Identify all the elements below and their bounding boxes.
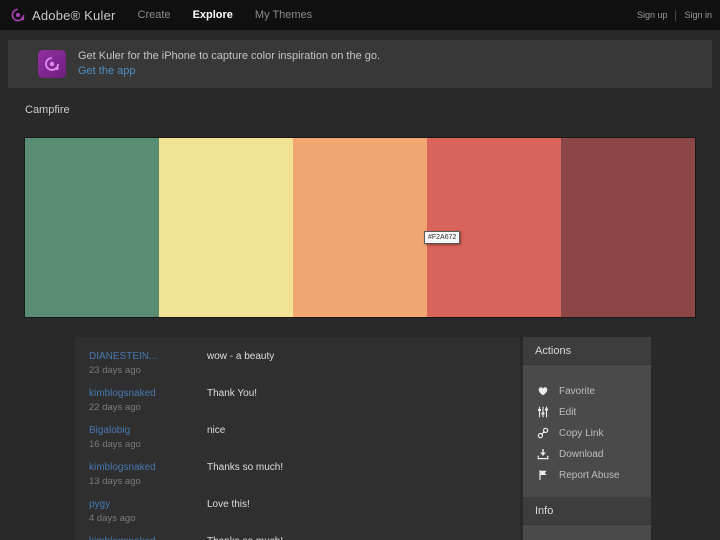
action-label: Report Abuse xyxy=(559,469,620,481)
top-bar: Adobe® Kuler Create Explore My Themes Si… xyxy=(0,0,720,30)
flag-icon xyxy=(536,469,549,482)
right-rail: Actions Favorite Edit Copy Link Download… xyxy=(523,337,651,540)
color-swatch-5[interactable] xyxy=(561,138,695,317)
comment-item: pygy Love this! 4 days ago xyxy=(89,499,520,524)
comment-item: kimblogsnaked Thanks so much! 13 days ag… xyxy=(89,462,520,487)
kuler-home-link[interactable]: Adobe® Kuler xyxy=(10,7,116,23)
comment-username[interactable]: DIANESTEIN... xyxy=(89,351,207,362)
sign-up-link[interactable]: Sign up xyxy=(637,10,668,20)
info-panel xyxy=(523,525,651,540)
comment-text: wow - a beauty xyxy=(207,351,275,362)
link-icon xyxy=(536,427,549,440)
comment-username[interactable]: kimblogsnaked xyxy=(89,388,207,399)
action-label: Copy Link xyxy=(559,427,604,439)
comment-timestamp: 22 days ago xyxy=(89,402,141,413)
report-abuse-button[interactable]: Report Abuse xyxy=(523,465,651,485)
color-swatch-2[interactable] xyxy=(159,138,293,317)
heart-icon xyxy=(536,385,549,398)
color-swatch-1[interactable] xyxy=(25,138,159,317)
kuler-logo-icon xyxy=(10,7,26,23)
comment-timestamp: 23 days ago xyxy=(89,365,141,376)
iphone-promo-banner: Get Kuler for the iPhone to capture colo… xyxy=(8,40,712,88)
comments-list: DIANESTEIN... wow - a beauty 23 days ago… xyxy=(75,337,520,540)
comment-username[interactable]: Bigalobig xyxy=(89,425,207,436)
color-palette: #F2A672 xyxy=(24,137,696,318)
comment-text: Thanks so much! xyxy=(207,462,284,473)
comment-username[interactable]: kimblogsnaked xyxy=(89,462,207,473)
auth-links: Sign up Sign in xyxy=(637,0,712,30)
color-swatch-3[interactable] xyxy=(293,138,427,317)
info-panel-header: Info xyxy=(523,497,651,525)
comment-item: Bigalobig nice 16 days ago xyxy=(89,425,520,450)
favorite-button[interactable]: Favorite xyxy=(523,381,651,401)
comment-item: DIANESTEIN... wow - a beauty 23 days ago xyxy=(89,351,520,376)
banner-copy: Get Kuler for the iPhone to capture colo… xyxy=(78,49,380,79)
comment-timestamp: 16 days ago xyxy=(89,439,141,450)
kuler-app-icon xyxy=(38,50,66,78)
auth-divider xyxy=(675,9,677,21)
nav-my-themes[interactable]: My Themes xyxy=(255,9,312,21)
brand-name: Adobe® Kuler xyxy=(32,7,116,23)
comment-text: Love this! xyxy=(207,499,250,510)
actions-panel: Favorite Edit Copy Link Download Report … xyxy=(523,365,651,497)
action-label: Download xyxy=(559,448,604,460)
comment-item: kimblogsnaked Thank You! 22 days ago xyxy=(89,388,520,413)
sign-in-link[interactable]: Sign in xyxy=(684,10,712,20)
sliders-icon xyxy=(536,406,549,419)
comment-username[interactable]: kimblogsnaked xyxy=(89,536,207,540)
color-swatch-4[interactable] xyxy=(427,138,561,317)
action-label: Edit xyxy=(559,406,577,418)
copy-link-button[interactable]: Copy Link xyxy=(523,423,651,443)
color-hex-tooltip: #F2A672 xyxy=(424,231,461,244)
comment-text: Thank You! xyxy=(207,388,258,399)
main-nav: Create Explore My Themes xyxy=(138,9,335,21)
actions-panel-header: Actions xyxy=(523,337,651,365)
comment-text: Thanks so much! xyxy=(207,536,283,540)
comment-text: nice xyxy=(207,425,226,436)
download-button[interactable]: Download xyxy=(523,444,651,464)
edit-button[interactable]: Edit xyxy=(523,402,651,422)
action-label: Favorite xyxy=(559,385,596,397)
comment-username[interactable]: pygy xyxy=(89,499,207,510)
theme-title: Campfire xyxy=(25,104,70,116)
download-icon xyxy=(536,448,549,461)
comment-timestamp: 4 days ago xyxy=(89,513,136,524)
banner-text: Get Kuler for the iPhone to capture colo… xyxy=(78,50,381,62)
get-the-app-link[interactable]: Get the app xyxy=(78,64,380,79)
nav-explore[interactable]: Explore xyxy=(193,9,233,21)
comment-timestamp: 13 days ago xyxy=(89,476,141,487)
comment-item: kimblogsnaked Thanks so much! xyxy=(89,536,520,540)
nav-create[interactable]: Create xyxy=(138,9,171,21)
